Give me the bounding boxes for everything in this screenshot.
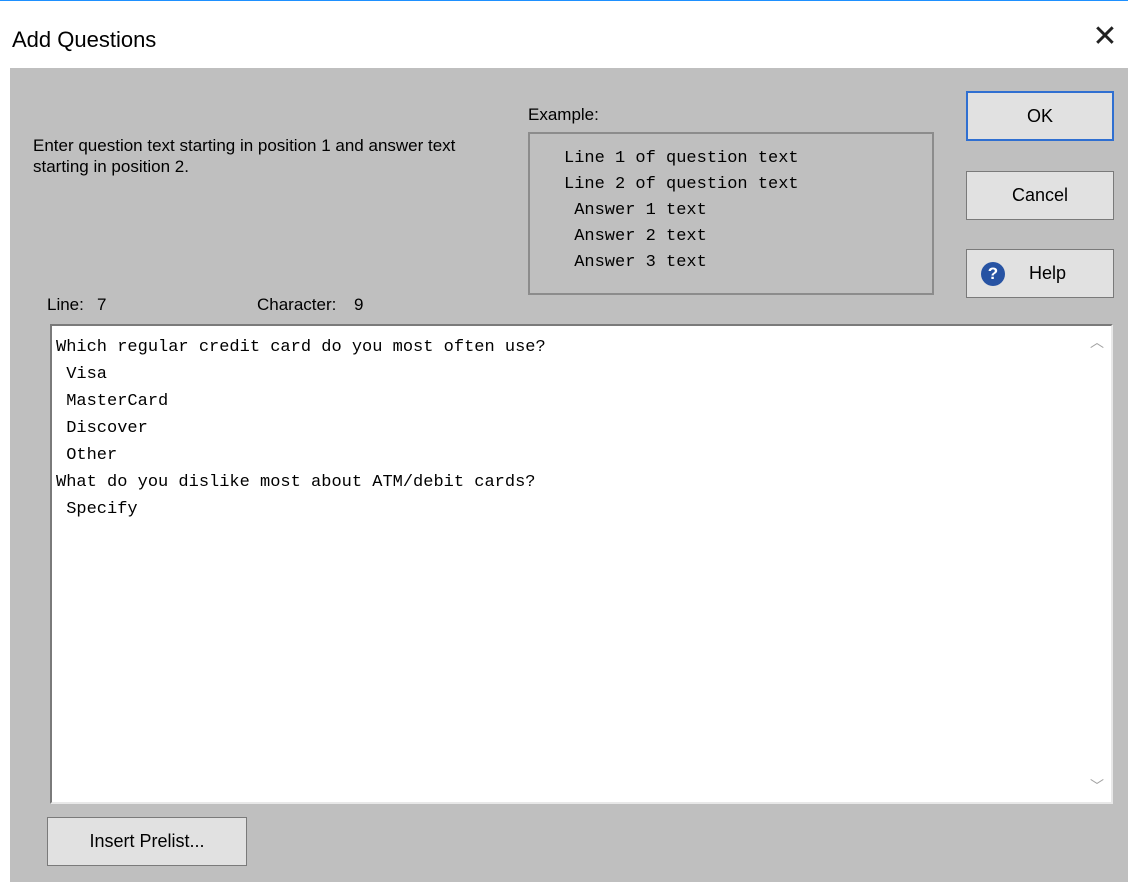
example-line: Answer 1 text	[564, 201, 707, 220]
insert-prelist-button[interactable]: Insert Prelist...	[47, 817, 247, 866]
dialog-body: Enter question text starting in position…	[10, 68, 1128, 882]
editor-line[interactable]: MasterCard	[56, 388, 546, 415]
character-value: 9	[354, 295, 364, 314]
editor-line[interactable]: Discover	[56, 415, 546, 442]
character-label: Character:	[257, 295, 337, 314]
editor-line[interactable]: Which regular credit card do you most of…	[56, 334, 546, 361]
cancel-button[interactable]: Cancel	[966, 171, 1114, 220]
instructions-text: Enter question text starting in position…	[33, 136, 456, 176]
editor-line[interactable]: What do you dislike most about ATM/debit…	[56, 469, 546, 496]
line-value: 7	[97, 295, 107, 314]
example-line: Answer 3 text	[564, 253, 707, 272]
help-button[interactable]: ? Help	[966, 249, 1114, 298]
dialog-title: Add Questions	[12, 27, 157, 52]
help-icon: ?	[981, 262, 1005, 286]
example-box: Line 1 of question text Line 2 of questi…	[528, 132, 934, 295]
window-edge	[0, 68, 10, 882]
ok-button[interactable]: OK	[966, 91, 1114, 141]
example-line: Line 2 of question text	[564, 175, 799, 194]
scroll-down-icon[interactable]: ﹀	[1087, 776, 1107, 796]
example-label: Example:	[528, 105, 599, 124]
question-editor[interactable]: Which regular credit card do you most of…	[50, 324, 1113, 804]
editor-line[interactable]: Other	[56, 442, 546, 469]
help-label: Help	[1029, 263, 1067, 283]
editor-line[interactable]: Specify	[56, 496, 546, 523]
line-label: Line:	[47, 295, 84, 314]
scroll-up-icon[interactable]: ︿	[1087, 332, 1107, 352]
example-line: Answer 2 text	[564, 227, 707, 246]
close-button[interactable]: ✕	[1082, 15, 1128, 59]
title-bar: Add Questions ✕	[0, 0, 1128, 68]
editor-content[interactable]: Which regular credit card do you most of…	[56, 334, 546, 523]
editor-line[interactable]: Visa	[56, 361, 546, 388]
example-line: Line 1 of question text	[564, 149, 799, 168]
